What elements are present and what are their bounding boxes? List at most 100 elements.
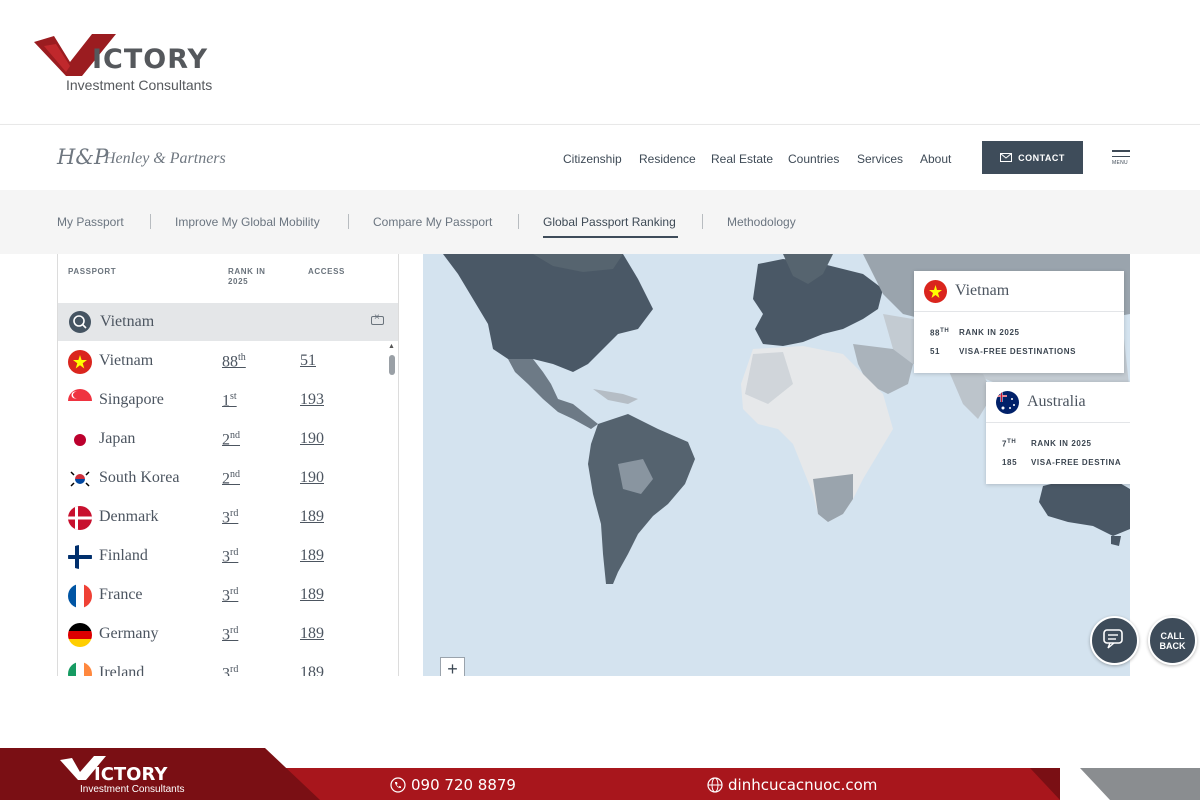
tab-compare-passport[interactable]: Compare My Passport	[373, 215, 492, 229]
row-access-link[interactable]: 189	[300, 586, 324, 604]
victory-logo: ICTORY Investment Consultants	[32, 30, 232, 100]
row-country-name[interactable]: Denmark	[99, 508, 159, 526]
table-row[interactable]: Vietnam 88th 51	[58, 342, 388, 381]
table-row[interactable]: Germany 3rd 189	[58, 615, 388, 654]
row-rank-value: 88	[222, 353, 238, 371]
vietnam-card-destinations-label: VISA-FREE DESTINATIONS	[959, 347, 1077, 356]
row-country-name[interactable]: Vietnam	[99, 352, 153, 370]
table-row[interactable]: France 3rd 189	[58, 576, 388, 615]
scrollbar-thumb[interactable]	[389, 355, 395, 375]
row-country-name[interactable]: Germany	[99, 625, 159, 643]
clear-search-icon[interactable]	[371, 312, 384, 325]
nav-citizenship[interactable]: Citizenship	[563, 152, 622, 166]
call-back-line1: CALL	[1160, 631, 1185, 641]
zoom-in-button[interactable]: +	[440, 657, 465, 676]
search-icon[interactable]	[69, 311, 91, 333]
rank-header-line1: RANK IN	[228, 267, 266, 276]
row-rank-suffix: rd	[230, 664, 239, 675]
menu-button[interactable]: MENU	[1112, 150, 1132, 170]
row-access-link[interactable]: 189	[300, 547, 324, 565]
table-row[interactable]: Denmark 3rd 189	[58, 498, 388, 537]
card-divider	[914, 311, 1124, 312]
row-rank-link[interactable]: 3rd	[222, 586, 238, 605]
world-map[interactable]: Vietnam 88TH RANK IN 2025 51 VISA-FREE D…	[423, 254, 1130, 676]
contact-button-label: CONTACT	[1018, 152, 1065, 163]
row-access-link[interactable]: 193	[300, 391, 324, 409]
column-header-passport[interactable]: PASSPORT	[68, 267, 116, 277]
row-rank-value: 3	[222, 587, 230, 605]
row-country-name[interactable]: Japan	[99, 430, 135, 448]
nav-residence[interactable]: Residence	[639, 152, 696, 166]
australia-card-name: Australia	[1027, 393, 1086, 410]
row-country-name[interactable]: France	[99, 586, 143, 604]
card-divider	[986, 422, 1130, 423]
row-access-link[interactable]: 51	[300, 352, 316, 370]
row-rank-link[interactable]: 3rd	[222, 508, 238, 527]
ireland-flag-icon	[68, 662, 92, 676]
row-country-name[interactable]: Ireland	[99, 664, 144, 676]
row-country-name[interactable]: Singapore	[99, 391, 164, 409]
africa-south-shape	[813, 474, 853, 522]
row-rank-link[interactable]: 3rd	[222, 547, 238, 566]
tab-improve-mobility[interactable]: Improve My Global Mobility	[175, 215, 320, 229]
subnav-divider	[348, 214, 349, 229]
column-header-access[interactable]: ACCESS	[308, 267, 345, 277]
call-back-button[interactable]: CALL BACK	[1148, 616, 1197, 665]
footer-website[interactable]: dinhcucacnuoc.com	[728, 776, 877, 794]
phone-icon	[390, 777, 406, 793]
vietnam-info-card[interactable]: Vietnam 88TH RANK IN 2025 51 VISA-FREE D…	[914, 271, 1124, 373]
row-access-link[interactable]: 189	[300, 508, 324, 526]
vietnam-card-rank-number: 88TH	[930, 328, 949, 338]
row-country-name[interactable]: Finland	[99, 547, 148, 565]
row-rank-link[interactable]: 3rd	[222, 664, 238, 676]
passport-search-input[interactable]: Vietnam	[100, 313, 154, 331]
site-header: H&P Henley & Partners Citizenship Reside…	[0, 124, 1200, 190]
row-rank-link[interactable]: 2nd	[222, 430, 240, 449]
scroll-up-arrow-icon[interactable]: ▲	[388, 343, 396, 351]
table-row[interactable]: Ireland 3rd 189	[58, 654, 388, 676]
hamburger-bar	[1112, 155, 1130, 157]
footer-phone[interactable]: 090 720 8879	[411, 776, 516, 794]
table-row[interactable]: Japan 2nd 190	[58, 420, 388, 459]
row-rank-link[interactable]: 1st	[222, 391, 237, 410]
table-row[interactable]: Finland 3rd 189	[58, 537, 388, 576]
footer-victory-tagline: Investment Consultants	[80, 784, 185, 795]
row-access-link[interactable]: 190	[300, 430, 324, 448]
hp-logo-mark[interactable]: H&P	[57, 145, 108, 169]
row-access-link[interactable]: 189	[300, 664, 324, 676]
caribbean-shape	[593, 389, 638, 404]
north-america-shape	[443, 254, 653, 372]
vietnam-rank-suffix: TH	[940, 328, 950, 334]
passport-search-field[interactable]: Vietnam	[58, 303, 398, 341]
column-header-rank[interactable]: RANK IN 2025	[228, 267, 266, 287]
nav-countries[interactable]: Countries	[788, 152, 839, 166]
nav-real-estate[interactable]: Real Estate	[711, 152, 773, 166]
france-flag-icon	[68, 584, 92, 608]
table-row[interactable]: Singapore 1st 193	[58, 381, 388, 420]
row-access-link[interactable]: 190	[300, 469, 324, 487]
row-rank-suffix: st	[230, 391, 237, 402]
envelope-icon	[1000, 153, 1013, 162]
subnav-divider	[702, 214, 703, 229]
rank-header-line2: 2025	[228, 277, 249, 286]
australia-shape	[1039, 476, 1130, 536]
row-rank-link[interactable]: 3rd	[222, 625, 238, 644]
australia-info-card[interactable]: Australia 7TH RANK IN 2025 185 VISA-FREE…	[986, 382, 1130, 484]
chat-button[interactable]	[1090, 616, 1139, 665]
row-access-link[interactable]: 189	[300, 625, 324, 643]
row-rank-link[interactable]: 2nd	[222, 469, 240, 488]
row-rank-suffix: rd	[230, 547, 239, 558]
row-country-name[interactable]: South Korea	[99, 469, 179, 487]
contact-button[interactable]: CONTACT	[982, 141, 1083, 174]
nav-about[interactable]: About	[920, 152, 951, 166]
tab-my-passport[interactable]: My Passport	[57, 215, 124, 229]
singapore-flag-icon	[68, 389, 92, 413]
tab-global-ranking[interactable]: Global Passport Ranking	[543, 215, 676, 229]
table-row[interactable]: South Korea 2nd 190	[58, 459, 388, 498]
tab-methodology[interactable]: Methodology	[727, 215, 796, 229]
row-rank-value: 1	[222, 392, 230, 410]
passport-table: PASSPORT RANK IN2025 ACCESS Vietnam Viet…	[57, 254, 399, 676]
row-rank-link[interactable]: 88th	[222, 352, 246, 371]
hp-logo-text[interactable]: Henley & Partners	[104, 150, 226, 168]
nav-services[interactable]: Services	[857, 152, 903, 166]
